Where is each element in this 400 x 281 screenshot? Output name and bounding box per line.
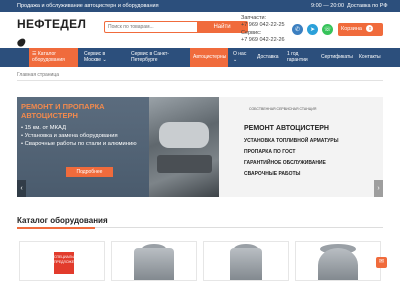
nav-catalog[interactable]: ☰ Каталог оборудования — [29, 48, 78, 67]
whatsapp-icon[interactable]: ☏ — [322, 24, 333, 35]
tank-shape — [159, 122, 209, 148]
hero-banner: РЕМОНТ И ПРОПАРКА АВТОЦИСТЕРН • 15 км. о… — [17, 97, 383, 197]
product-image — [318, 248, 358, 280]
service-label: Сервис: — [241, 30, 262, 36]
cart-count: 0 — [366, 25, 374, 32]
sales-label: Запчасти: — [241, 15, 267, 21]
banner-title: РЕМОНТ И ПРОПАРКА АВТОЦИСТЕРН — [21, 102, 105, 120]
oil-drop-icon — [15, 36, 28, 49]
service-phone[interactable]: +7 969 042-22-26 — [241, 37, 285, 44]
search-bar: Найти — [104, 21, 248, 33]
special-offer-badge: СПЕЦИАЛЬНОЕ ПРЕДЛОЖЕНИЕ — [54, 252, 81, 274]
nav-about[interactable]: О нас ⌄ — [230, 48, 252, 67]
banner-right-title: РЕМОНТ АВТОЦИСТЕРН — [244, 125, 329, 132]
tanker-photo — [149, 97, 219, 197]
chevron-right-icon[interactable]: › — [374, 180, 383, 197]
logo-name: НЕФТЕДЕЛ — [17, 17, 87, 31]
nav-service-spb[interactable]: Сервис в Санкт-Петербурге — [128, 48, 188, 67]
banner-right-panel: СОБСТВЕННАЯ СЕРВИСНАЯ СТАНЦИЯ РЕМОНТ АВТ… — [219, 97, 383, 197]
nav-certificates[interactable]: Сертификаты — [318, 48, 355, 67]
banner-title-line-2: АВТОЦИСТЕРН — [21, 111, 78, 120]
banner-more-button[interactable]: Подробнее — [66, 167, 113, 177]
truck-shape — [157, 155, 212, 173]
nav-warranty[interactable]: 1 год гарантии — [284, 48, 316, 67]
banner-bullets: • 15 км. от МКАД • Установка и замена об… — [21, 124, 146, 148]
product-card[interactable] — [203, 241, 289, 281]
catalog-heading: Каталог оборудования — [17, 216, 108, 225]
vk-icon[interactable]: ✆ — [292, 24, 303, 35]
contact-service: Сервис: +7 969 042-22-26 — [241, 30, 285, 44]
chevron-left-icon[interactable]: ‹ — [17, 180, 26, 197]
search-button[interactable]: Найти — [197, 22, 247, 32]
product-card[interactable] — [295, 241, 381, 281]
breadcrumb[interactable]: Главная страница — [17, 72, 59, 78]
product-image — [230, 248, 262, 280]
banner-right-line: ПРОПАРКА ПО ГОСТ — [244, 149, 296, 155]
heading-underline — [17, 227, 95, 229]
nav-contacts[interactable]: Контакты — [356, 48, 386, 67]
station-label: СОБСТВЕННАЯ СЕРВИСНАЯ СТАНЦИЯ — [249, 107, 317, 111]
main-navigation: ☰ Каталог оборудования Сервис в Москве ⌄… — [0, 48, 400, 67]
site-logo[interactable]: НЕФТЕДЕЛ Запорная арматура для бензовозо… — [15, 15, 86, 63]
banner-right-list: УСТАНОВКА ТОПЛИВНОЙ АРМАТУРЫ ПРОПАРКА ПО… — [244, 136, 339, 180]
contact-sales: Запчасти: +7 969 042-22-25 — [241, 15, 285, 29]
banner-left-panel: РЕМОНТ И ПРОПАРКА АВТОЦИСТЕРН • 15 км. о… — [17, 97, 149, 197]
banner-right-line: СВАРОЧНЫЕ РАБОТЫ — [244, 171, 301, 177]
banner-bullet: • 15 км. от МКАД — [21, 125, 66, 131]
search-input[interactable] — [105, 22, 197, 32]
divider — [17, 80, 383, 81]
working-hours: 9:00 — 20:00 — [311, 3, 345, 9]
product-image — [134, 248, 174, 280]
banner-bullet: • Установка и замена оборудования — [21, 133, 118, 139]
chat-icon[interactable]: ✉ — [376, 257, 387, 268]
banner-title-line-1: РЕМОНТ И ПРОПАРКА — [21, 102, 105, 111]
top-info-bar: Продажа и обслуживание автоцистерн и обо… — [0, 0, 400, 12]
cart-label: Корзина — [341, 26, 362, 32]
product-card[interactable]: СПЕЦИАЛЬНОЕ ПРЕДЛОЖЕНИЕ — [19, 241, 105, 281]
cart-button[interactable]: Корзина 0 — [338, 23, 383, 36]
delivery-link[interactable]: Доставка по РФ — [347, 3, 388, 9]
nav-service-moscow[interactable]: Сервис в Москве ⌄ — [81, 48, 126, 67]
banner-right-line: ГАРАНТИЙНОЕ ОБСЛУЖИВАНИЕ — [244, 160, 326, 166]
telegram-icon[interactable]: ➤ — [307, 24, 318, 35]
nav-delivery[interactable]: Доставка — [254, 48, 282, 67]
product-card[interactable] — [111, 241, 197, 281]
sales-phone[interactable]: +7 969 042-22-25 — [241, 22, 285, 29]
banner-right-line: УСТАНОВКА ТОПЛИВНОЙ АРМАТУРЫ — [244, 138, 339, 144]
banner-bullet: • Сварочные работы по стали и алюминию — [21, 141, 137, 147]
tagline: Продажа и обслуживание автоцистерн и обо… — [17, 3, 159, 9]
nav-tankers[interactable]: Автоцистерны — [190, 48, 228, 67]
